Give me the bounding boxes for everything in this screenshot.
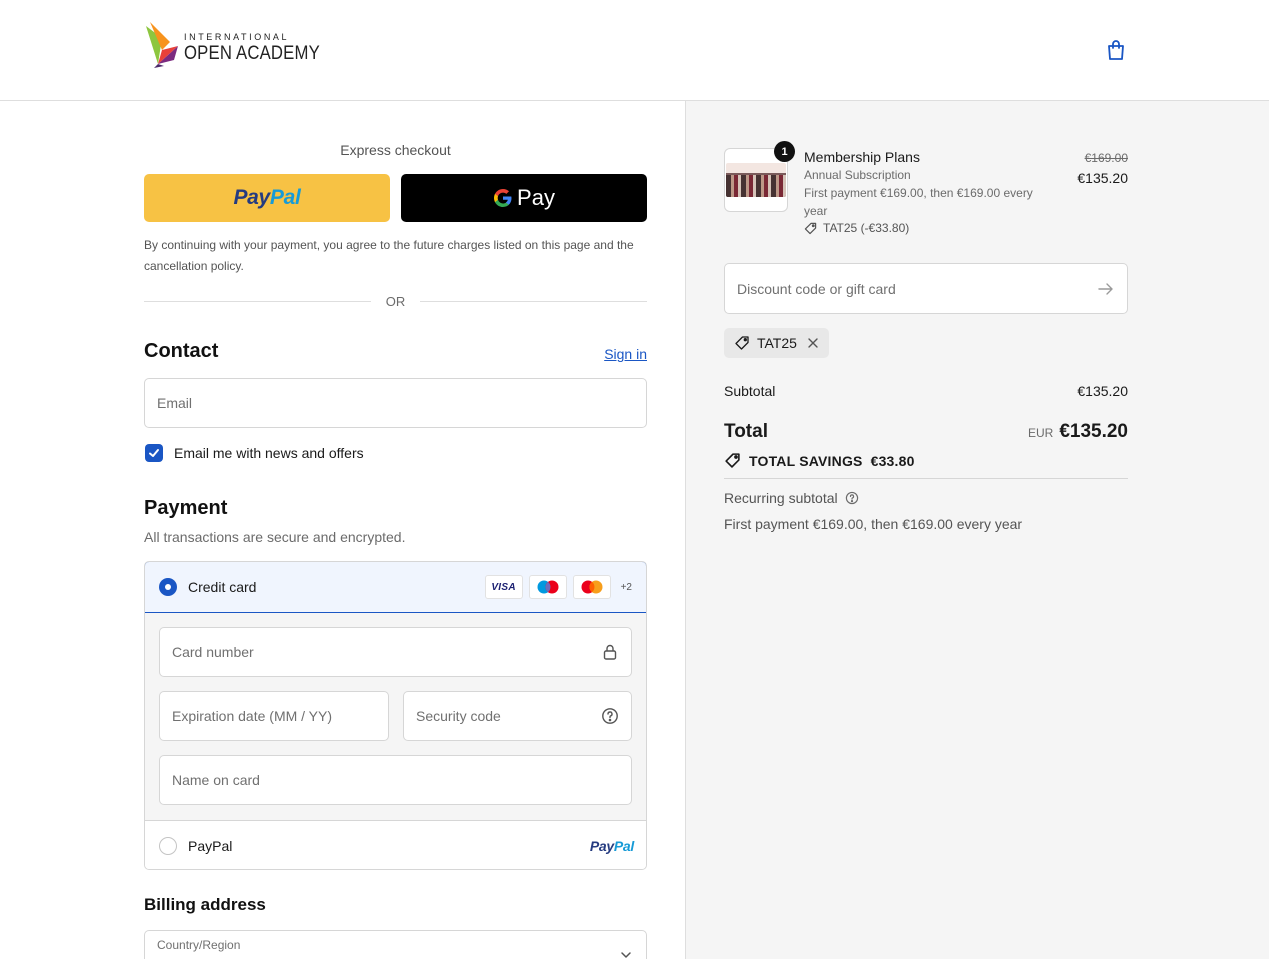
email-field[interactable]: Email	[144, 378, 647, 428]
savings-label: TOTAL SAVINGS	[749, 452, 863, 469]
subtotal-value: €135.20	[1077, 383, 1128, 399]
recurring-label: Recurring subtotal	[724, 490, 838, 506]
country-select-label: Country/Region	[157, 938, 241, 952]
mastercard-icon	[572, 575, 611, 599]
discounted-price: €135.20	[1077, 170, 1128, 186]
product-details: Membership Plans Annual Subscription Fir…	[804, 149, 1054, 235]
total-savings: TOTAL SAVINGS €33.80	[724, 452, 915, 469]
billing-heading: Billing address	[144, 895, 266, 914]
or-text: OR	[385, 294, 406, 309]
logo[interactable]: INTERNATIONAL OPEN ACADEMY	[144, 20, 338, 76]
quantity-badge: 1	[774, 141, 795, 162]
name-on-card-placeholder: Name on card	[172, 772, 260, 788]
credit-card-radio[interactable]	[159, 578, 177, 596]
product-discount: TAT25 (-€33.80)	[804, 221, 1054, 235]
express-checkout-label: Express checkout	[340, 142, 451, 158]
help-circle-icon[interactable]	[845, 491, 859, 505]
name-on-card-field[interactable]: Name on card	[159, 755, 632, 805]
google-g-icon	[494, 189, 512, 207]
product-terms: First payment €169.00, then €169.00 ever…	[804, 186, 1033, 218]
total-row: Total EUR €135.20	[724, 421, 1128, 443]
payment-heading: Payment	[144, 497, 228, 519]
currency-code: EUR	[1027, 426, 1054, 440]
visa-icon: VISA	[484, 575, 523, 599]
or-line-right	[420, 301, 647, 302]
product-thumbnail: 1	[724, 141, 795, 212]
cart-button[interactable]	[1104, 38, 1128, 62]
applied-code: TAT25	[757, 335, 797, 351]
applied-discount-chip: TAT25	[724, 328, 829, 358]
total-label: Total	[724, 421, 768, 442]
sign-in-link[interactable]: Sign in	[604, 346, 647, 362]
or-line-left	[144, 301, 371, 302]
expiry-field[interactable]: Expiration date (MM / YY)	[159, 691, 389, 741]
logo-mark-icon	[146, 22, 178, 68]
chevron-down-icon	[621, 952, 631, 958]
card-number-field[interactable]: Card number	[159, 627, 632, 677]
security-code-field[interactable]: Security code	[403, 691, 632, 741]
recurring-subtotal: Recurring subtotal	[724, 490, 859, 506]
paypal-radio[interactable]	[159, 837, 177, 855]
lock-icon	[603, 644, 617, 660]
maestro-icon	[528, 575, 567, 599]
shopping-bag-icon	[1108, 40, 1124, 60]
paypal-option-label: PayPal	[188, 838, 233, 854]
discount-code-field[interactable]: Discount code or gift card	[724, 263, 1128, 314]
paypal-logo-pay: Pay	[233, 186, 270, 209]
contact-heading: Contact	[144, 340, 219, 362]
subtotal-label: Subtotal	[724, 383, 776, 399]
checkmark-icon	[149, 449, 159, 457]
discount-placeholder: Discount code or gift card	[737, 280, 896, 297]
news-checkbox[interactable]	[145, 444, 163, 462]
logo-big-text: OPEN ACADEMY	[184, 43, 320, 64]
recurring-terms: First payment €169.00, then €169.00 ever…	[724, 516, 1023, 532]
tag-icon	[804, 222, 817, 234]
card-number-placeholder: Card number	[172, 644, 254, 660]
payment-subtitle: All transactions are secure and encrypte…	[144, 529, 406, 545]
logo-small-text: INTERNATIONAL	[184, 32, 290, 42]
or-divider: OR	[144, 294, 647, 309]
credit-card-option[interactable]: Credit card VISA +2	[145, 562, 646, 613]
paypal-option-logo: PayPal	[590, 838, 634, 854]
tag-icon	[735, 336, 749, 350]
logo-text: INTERNATIONAL OPEN ACADEMY	[184, 32, 338, 64]
paypal-option[interactable]: PayPal PayPal	[145, 820, 646, 869]
expiry-placeholder: Expiration date (MM / YY)	[172, 708, 333, 724]
total-value: €135.20	[1059, 421, 1128, 442]
security-code-placeholder: Security code	[416, 708, 501, 724]
help-circle-icon[interactable]	[601, 707, 619, 725]
paypal-express-button[interactable]: PayPal	[144, 174, 390, 222]
product-name: Membership Plans	[804, 149, 920, 165]
summary-divider	[724, 478, 1128, 479]
apply-arrow-icon[interactable]	[1097, 280, 1115, 298]
product-discount-text: TAT25 (-€33.80)	[823, 221, 910, 235]
paypal-logo-pal: Pal	[269, 186, 301, 209]
total-amount: EUR €135.20	[1028, 421, 1128, 443]
country-select[interactable]: Country/Region	[144, 930, 647, 959]
more-cards-badge: +2	[620, 581, 632, 593]
payment-methods: Credit card VISA +2 Card number Expirati…	[144, 561, 647, 870]
remove-discount-icon[interactable]	[807, 337, 819, 349]
product-variant: Annual Subscription	[804, 168, 911, 182]
subtotal-row: Subtotal €135.20	[724, 383, 1128, 399]
card-brand-list: VISA +2	[484, 575, 632, 599]
paypal-logo: PayPal	[233, 186, 300, 210]
google-pay-button[interactable]: Pay	[401, 174, 647, 222]
news-checkbox-label: Email me with news and offers	[174, 445, 364, 461]
paypal-option-logo-pay: Pay	[589, 838, 614, 854]
news-opt-in[interactable]: Email me with news and offers	[145, 444, 364, 462]
credit-card-label: Credit card	[188, 579, 257, 595]
original-price: €169.00	[1084, 151, 1128, 165]
email-placeholder: Email	[157, 395, 193, 411]
google-pay-label: Pay	[517, 185, 555, 210]
product-image	[726, 163, 786, 197]
paypal-option-logo-pal: Pal	[613, 838, 634, 854]
savings-tag-icon	[725, 453, 740, 468]
express-terms-text: By continuing with your payment, you agr…	[144, 238, 634, 273]
savings-value: €33.80	[870, 452, 915, 469]
header: INTERNATIONAL OPEN ACADEMY	[0, 0, 1269, 101]
